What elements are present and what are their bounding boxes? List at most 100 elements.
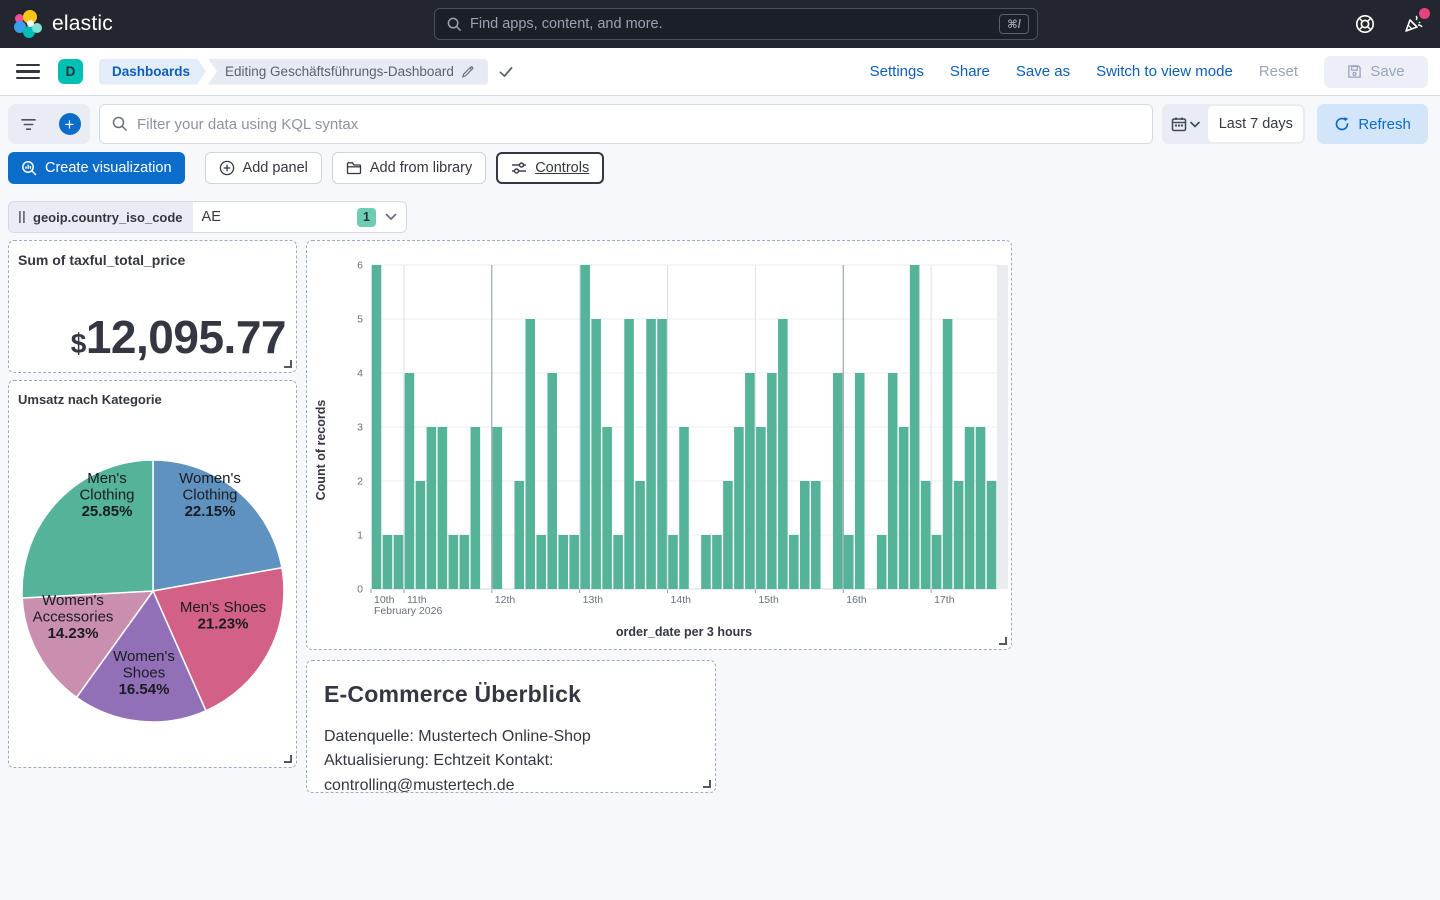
bar[interactable] (613, 535, 623, 589)
add-filter-button[interactable]: + (49, 104, 90, 144)
pie-panel[interactable]: Umsatz nach Kategorie Women'sClothing22.… (8, 380, 297, 768)
bar[interactable] (899, 427, 909, 589)
time-picker-menu-button[interactable] (1162, 116, 1208, 132)
bar[interactable] (833, 373, 843, 589)
bar[interactable] (471, 427, 481, 589)
refresh-icon (1334, 116, 1350, 132)
bar[interactable] (800, 481, 810, 589)
save-button[interactable]: Save (1324, 56, 1428, 88)
bar[interactable] (668, 535, 678, 589)
bar[interactable] (811, 481, 821, 589)
bar[interactable] (954, 481, 964, 589)
switch-to-view-mode-link[interactable]: Switch to view mode (1096, 63, 1233, 80)
bar[interactable] (712, 535, 722, 589)
pie-slice-label: Clothing (79, 487, 134, 504)
pie-chart-svg[interactable]: Women'sClothing22.15%Men's Shoes21.23%Wo… (9, 405, 298, 761)
space-avatar[interactable]: D (58, 59, 83, 84)
add-panel-button[interactable]: Add panel (205, 152, 322, 184)
bar[interactable] (877, 535, 887, 589)
filter-menu-button[interactable] (8, 104, 49, 144)
bar[interactable] (844, 535, 854, 589)
bar[interactable] (449, 535, 459, 589)
lens-icon (21, 160, 37, 176)
elastic-logo[interactable]: elastic (0, 10, 200, 38)
bar-chart-svg[interactable]: 012345610th11th12th13th14th15th16th17th (307, 241, 1011, 621)
bar[interactable] (910, 265, 920, 589)
y-tick-label: 5 (357, 314, 363, 326)
bar[interactable] (767, 373, 777, 589)
share-link[interactable]: Share (950, 63, 990, 80)
x-tick-label: 16th (846, 594, 867, 606)
resize-handle[interactable] (999, 637, 1007, 645)
breadcrumb-dashboards[interactable]: Dashboards (99, 59, 206, 85)
bar[interactable] (580, 265, 590, 589)
global-search-input[interactable] (470, 16, 999, 32)
bar[interactable] (943, 319, 953, 589)
bar[interactable] (602, 427, 612, 589)
kql-filter-box[interactable] (99, 104, 1153, 144)
bar[interactable] (493, 427, 503, 589)
bar[interactable] (921, 481, 931, 589)
bar[interactable] (536, 535, 546, 589)
control-value-selector[interactable]: AE 1 (193, 208, 406, 227)
settings-link[interactable]: Settings (870, 63, 924, 80)
bar[interactable] (591, 319, 601, 589)
y-axis-title: Count of records (314, 370, 328, 530)
text-panel-line2: Aktualisierung: Echtzeit Kontakt: (324, 749, 699, 773)
bar[interactable] (394, 535, 404, 589)
add-from-library-button[interactable]: Add from library (332, 152, 486, 184)
news-icon[interactable] (1400, 11, 1426, 37)
bar[interactable] (624, 319, 634, 589)
menu-button[interactable] (16, 60, 40, 84)
kql-filter-input[interactable] (137, 116, 1140, 133)
bar[interactable] (558, 535, 568, 589)
save-as-link[interactable]: Save as (1016, 63, 1070, 80)
filter-icon (20, 117, 37, 132)
resize-handle[interactable] (703, 780, 711, 788)
bar[interactable] (438, 427, 448, 589)
bar[interactable] (701, 535, 711, 589)
help-icon[interactable] (1352, 11, 1378, 37)
bar[interactable] (987, 481, 997, 589)
bar[interactable] (679, 427, 689, 589)
y-tick-label: 1 (357, 530, 363, 542)
bar[interactable] (734, 427, 744, 589)
resize-handle[interactable] (284, 360, 292, 368)
bar[interactable] (383, 535, 393, 589)
bar[interactable] (416, 481, 426, 589)
control-drag-handle[interactable]: geoip.country_iso_code (9, 202, 193, 232)
metric-panel[interactable]: Sum of taxful_total_price $12,095.77 (8, 240, 297, 373)
controls-button[interactable]: Controls (496, 152, 604, 184)
text-panel[interactable]: E-Commerce Überblick Datenquelle: Muster… (306, 660, 716, 793)
refresh-button[interactable]: Refresh (1317, 104, 1428, 144)
bar[interactable] (745, 373, 755, 589)
bar[interactable] (965, 427, 975, 589)
bar[interactable] (756, 427, 766, 589)
bar[interactable] (888, 373, 898, 589)
bar[interactable] (514, 481, 524, 589)
bar-chart-panel[interactable]: 012345610th11th12th13th14th15th16th17th … (306, 240, 1012, 650)
time-range-value[interactable]: Last 7 days (1208, 106, 1303, 142)
bar[interactable] (932, 535, 942, 589)
resize-handle[interactable] (284, 755, 292, 763)
bar[interactable] (547, 373, 557, 589)
breadcrumb-current[interactable]: Editing Geschäftsführungs-Dashboard (208, 59, 488, 85)
bar[interactable] (976, 427, 986, 589)
bar[interactable] (789, 535, 799, 589)
bar[interactable] (855, 373, 865, 589)
bar[interactable] (723, 481, 733, 589)
bar[interactable] (460, 535, 470, 589)
bar[interactable] (569, 535, 579, 589)
create-visualization-button[interactable]: Create visualization (8, 152, 185, 184)
bar[interactable] (635, 481, 645, 589)
global-search[interactable]: ⌘/ (434, 8, 1038, 40)
bar[interactable] (372, 265, 382, 589)
check-icon (498, 64, 514, 80)
reset-link[interactable]: Reset (1259, 63, 1298, 80)
bar[interactable] (646, 319, 656, 589)
bar[interactable] (427, 427, 437, 589)
bar[interactable] (657, 319, 667, 589)
bar[interactable] (405, 373, 415, 589)
bar[interactable] (525, 319, 535, 589)
bar[interactable] (778, 319, 788, 589)
